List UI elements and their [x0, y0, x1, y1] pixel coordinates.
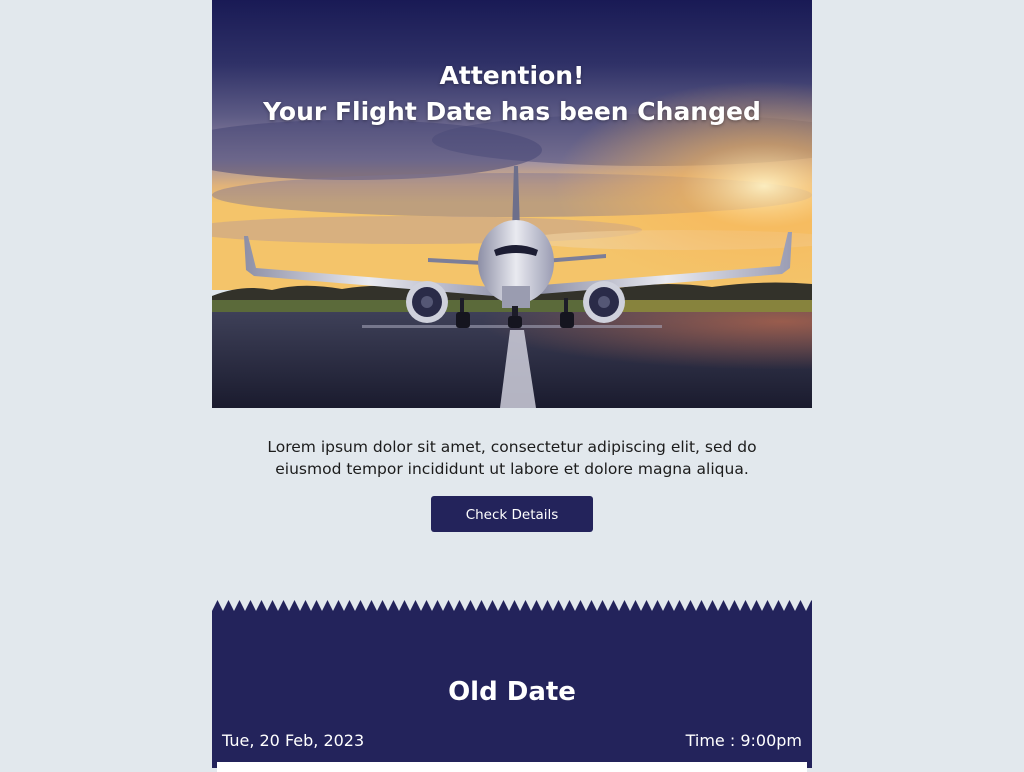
check-details-button[interactable]: Check Details	[431, 496, 593, 532]
zigzag-tooth	[267, 600, 278, 611]
zigzag-tooth	[245, 600, 256, 611]
zigzag-tooth	[234, 600, 245, 611]
zigzag-tooth	[784, 600, 795, 611]
zigzag-tooth	[388, 600, 399, 611]
zigzag-tooth	[751, 600, 762, 611]
zigzag-tooth	[641, 600, 652, 611]
hero-title-line1: Attention!	[439, 61, 585, 90]
zigzag-tooth	[762, 600, 773, 611]
zigzag-tooth	[399, 600, 410, 611]
ticket-inner-panel	[217, 762, 807, 772]
zigzag-tooth	[575, 600, 586, 611]
zigzag-tooth	[432, 600, 443, 611]
zigzag-tooth	[377, 600, 388, 611]
zigzag-tooth	[696, 600, 707, 611]
zigzag-tooth	[586, 600, 597, 611]
zigzag-tooth	[652, 600, 663, 611]
zigzag-tooth	[454, 600, 465, 611]
zigzag-tooth	[685, 600, 696, 611]
old-time-value: Time : 9:00pm	[685, 731, 802, 750]
zigzag-tooth	[509, 600, 520, 611]
hero-banner: Attention! Your Flight Date has been Cha…	[212, 0, 812, 408]
zigzag-tooth	[443, 600, 454, 611]
zigzag-tooth	[355, 600, 366, 611]
zigzag-tooth	[740, 600, 751, 611]
zigzag-tooth	[564, 600, 575, 611]
zigzag-tooth	[223, 600, 234, 611]
zigzag-tooth	[608, 600, 619, 611]
zigzag-tooth	[465, 600, 476, 611]
zigzag-tooth	[773, 600, 784, 611]
hero-title-line2: Your Flight Date has been Changed	[263, 97, 761, 126]
zigzag-tooth	[333, 600, 344, 611]
zigzag-tooth	[278, 600, 289, 611]
zigzag-tooth	[366, 600, 377, 611]
zigzag-tooth	[806, 600, 812, 611]
hero-heading: Attention! Your Flight Date has been Cha…	[212, 58, 812, 130]
zigzag-tooth	[619, 600, 630, 611]
zigzag-tooth	[630, 600, 641, 611]
zigzag-tooth	[729, 600, 740, 611]
zigzag-tooth	[795, 600, 806, 611]
email-container: Attention! Your Flight Date has been Cha…	[212, 0, 812, 772]
zigzag-tooth	[718, 600, 729, 611]
zigzag-tooth	[410, 600, 421, 611]
zigzag-tooth	[212, 600, 223, 611]
ticket-zigzag-edge	[212, 600, 812, 611]
zigzag-tooth	[542, 600, 553, 611]
zigzag-tooth	[674, 600, 685, 611]
zigzag-tooth	[487, 600, 498, 611]
old-date-title: Old Date	[448, 677, 576, 707]
zigzag-tooth	[520, 600, 531, 611]
zigzag-tooth	[256, 600, 267, 611]
zigzag-tooth	[289, 600, 300, 611]
old-date-value: Tue, 20 Feb, 2023	[222, 731, 365, 750]
intro-paragraph: Lorem ipsum dolor sit amet, consectetur …	[267, 438, 757, 478]
zigzag-tooth	[707, 600, 718, 611]
zigzag-tooth	[322, 600, 333, 611]
zigzag-tooth	[344, 600, 355, 611]
zigzag-tooth	[498, 600, 509, 611]
zigzag-tooth	[531, 600, 542, 611]
old-date-card: Old Date Tue, 20 Feb, 2023 Time : 9:00pm	[212, 611, 812, 772]
zigzag-tooth	[300, 600, 311, 611]
intro-section: Lorem ipsum dolor sit amet, consectetur …	[212, 436, 812, 480]
zigzag-tooth	[663, 600, 674, 611]
zigzag-tooth	[311, 600, 322, 611]
zigzag-tooth	[421, 600, 432, 611]
zigzag-tooth	[553, 600, 564, 611]
zigzag-tooth	[476, 600, 487, 611]
zigzag-tooth	[597, 600, 608, 611]
